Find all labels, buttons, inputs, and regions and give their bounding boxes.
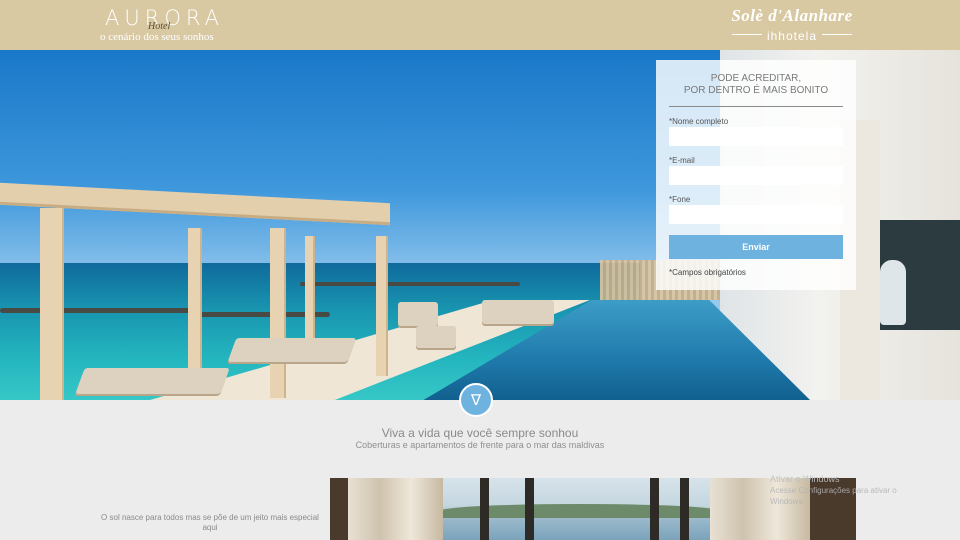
outdoor-chair bbox=[398, 302, 438, 326]
pergola-post bbox=[40, 208, 64, 400]
window-frame bbox=[525, 478, 534, 540]
partner-logo-brand: ihhotela bbox=[766, 29, 818, 43]
partner-logo-script: Solè d'Alanhare bbox=[731, 6, 853, 25]
rocks bbox=[300, 282, 520, 286]
window-frame bbox=[480, 478, 489, 540]
scroll-down-button[interactable]: ∇ bbox=[459, 383, 493, 417]
name-field-label: *Nome completo bbox=[669, 117, 729, 126]
curtain bbox=[348, 478, 443, 540]
form-title-line-1: PODE ACREDITAR, bbox=[710, 73, 802, 84]
form-divider bbox=[669, 106, 843, 107]
down-triangle-icon: ∇ bbox=[470, 392, 482, 409]
sun-lounger bbox=[227, 338, 357, 362]
phone-field[interactable] bbox=[669, 205, 843, 224]
phone-field-label: *Fone bbox=[669, 195, 691, 204]
sun-lounger bbox=[75, 368, 230, 394]
rocks bbox=[0, 308, 190, 313]
email-field[interactable] bbox=[669, 166, 843, 185]
watermark-title: Ativar o Windows bbox=[770, 474, 840, 484]
pergola-post bbox=[188, 228, 202, 368]
section-subline: Coberturas e apartamentos de frente para… bbox=[355, 440, 605, 450]
side-text: O sol nasce para todos mas se põe de um … bbox=[101, 513, 319, 532]
section-headline: Viva a vida que você sempre sonhou bbox=[381, 426, 579, 440]
partner-logo[interactable]: Solè d'Alanhare ihhotela bbox=[728, 6, 856, 44]
required-note: *Campos obrigatórios bbox=[669, 268, 746, 277]
watermark-text: Acesse Configurações para ativar o Windo… bbox=[770, 486, 897, 506]
site-header: AURORA Hotel o cenário dos seus sonhos S… bbox=[0, 0, 960, 50]
email-field-label: *E-mail bbox=[669, 156, 695, 165]
outdoor-table bbox=[416, 326, 456, 348]
logo-tagline: o cenário dos seus sonhos bbox=[100, 31, 214, 43]
windows-activation-watermark: Ativar o Windows Acesse Configurações pa… bbox=[770, 474, 930, 507]
name-field[interactable] bbox=[669, 127, 843, 146]
pergola-post bbox=[376, 236, 388, 376]
form-title: PODE ACREDITAR, POR DENTRO É MAIS BONITO bbox=[656, 73, 856, 97]
contact-form: PODE ACREDITAR, POR DENTRO É MAIS BONITO… bbox=[656, 60, 856, 290]
window-frame bbox=[650, 478, 659, 540]
pergola-post bbox=[305, 236, 315, 346]
submit-button[interactable]: Enviar bbox=[669, 235, 843, 259]
partner-logo-lines: ihhotela bbox=[728, 27, 856, 43]
window-frame bbox=[680, 478, 689, 540]
aurora-hotel-logo[interactable]: AURORA Hotel o cenário dos seus sonhos bbox=[100, 4, 240, 46]
outdoor-sofa bbox=[482, 300, 554, 324]
pergola-post bbox=[270, 228, 286, 398]
form-title-line-2: POR DENTRO É MAIS BONITO bbox=[683, 85, 829, 96]
staff-person bbox=[880, 260, 906, 325]
window-wood bbox=[330, 478, 348, 540]
